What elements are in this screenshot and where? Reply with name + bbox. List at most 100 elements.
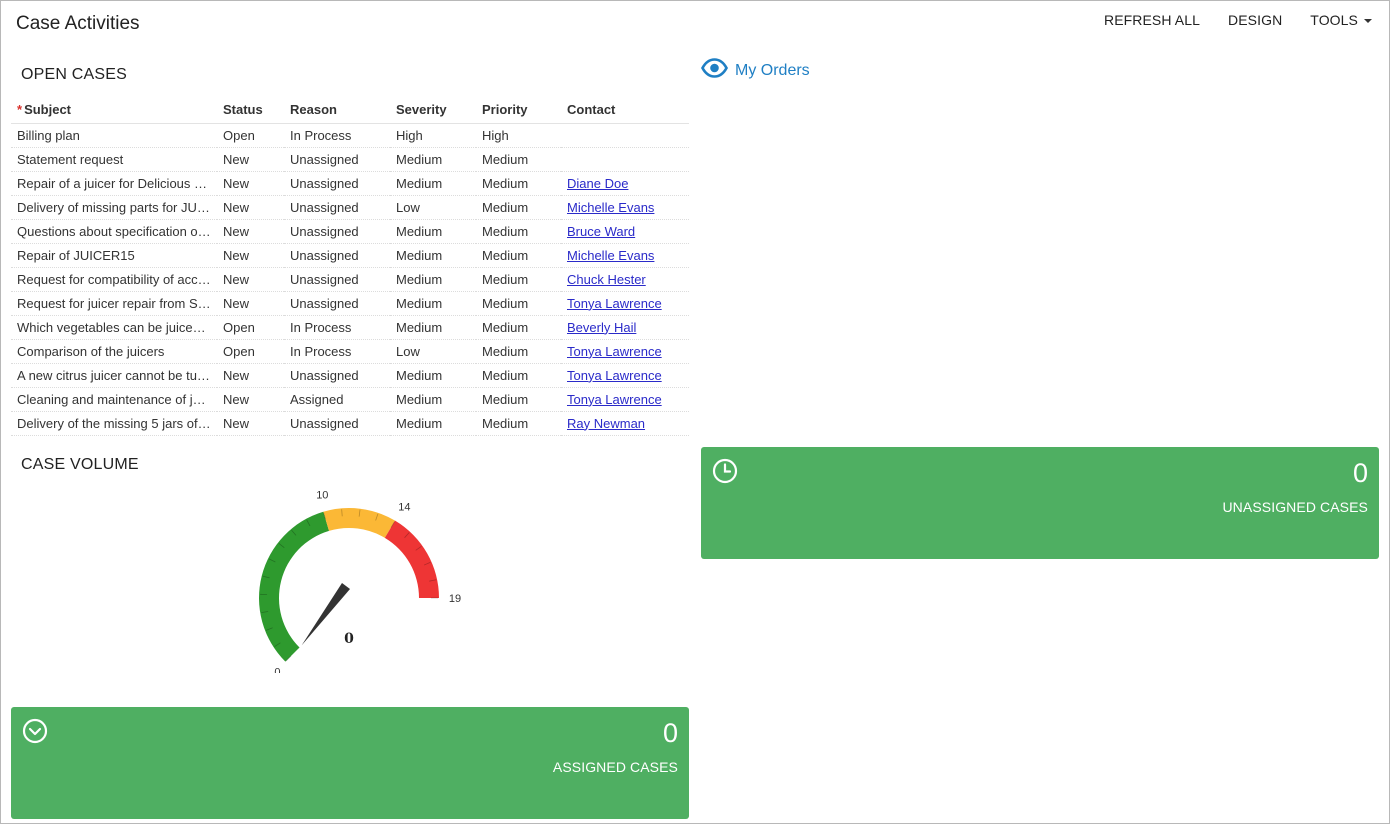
table-row[interactable]: Request for juicer repair from S… New Unas… — [11, 291, 689, 316]
cell-severity: Medium — [390, 411, 476, 436]
cell-priority: Medium — [476, 171, 561, 196]
cell-reason: Unassigned — [284, 195, 390, 220]
table-row[interactable]: Statement request New Unassigned Medium Medi… — [11, 147, 689, 172]
cell-contact: Tonya Lawrence — [561, 387, 689, 412]
page-title: Case Activities — [16, 13, 140, 34]
toolbar: REFRESH ALL DESIGN TOOLS — [1104, 12, 1372, 28]
cell-contact — [561, 147, 689, 172]
cell-severity: Medium — [390, 315, 476, 340]
cell-priority: Medium — [476, 315, 561, 340]
column-header-subject[interactable]: * Subject — [11, 96, 217, 124]
cell-priority: Medium — [476, 291, 561, 316]
cell-status: New — [217, 147, 284, 172]
cell-severity: Medium — [390, 267, 476, 292]
cell-subject: Repair of a juicer for Delicious … — [11, 171, 217, 196]
cell-priority: Medium — [476, 363, 561, 388]
cell-reason: Assigned — [284, 387, 390, 412]
column-header-priority[interactable]: Priority — [476, 96, 561, 124]
open-cases-table: * Subject Status Reason Severity Priority… — [11, 96, 689, 436]
cell-reason: In Process — [284, 315, 390, 340]
cell-status: New — [217, 411, 284, 436]
table-row[interactable]: Delivery of missing parts for JU… New Unas… — [11, 195, 689, 220]
cell-status: New — [217, 219, 284, 244]
contact-link[interactable]: Chuck Hester — [567, 272, 646, 287]
cell-reason: Unassigned — [284, 267, 390, 292]
column-header-severity[interactable]: Severity — [390, 96, 476, 124]
cell-reason: Unassigned — [284, 171, 390, 196]
contact-link[interactable]: Bruce Ward — [567, 224, 635, 239]
table-row[interactable]: Billing plan Open In Process High High — [11, 123, 689, 148]
cell-severity: Low — [390, 195, 476, 220]
cell-status: New — [217, 243, 284, 268]
unassigned-cases-tile[interactable]: 0 UNASSIGNED CASES — [701, 447, 1379, 559]
contact-link[interactable]: Tonya Lawrence — [567, 368, 662, 383]
cell-subject: Statement request — [11, 147, 217, 172]
cell-priority: Medium — [476, 195, 561, 220]
design-label: DESIGN — [1228, 12, 1283, 28]
column-header-reason[interactable]: Reason — [284, 96, 390, 124]
table-row[interactable]: Cleaning and maintenance of j… New Assigne… — [11, 387, 689, 412]
cell-status: Open — [217, 315, 284, 340]
cell-contact: Michelle Evans — [561, 243, 689, 268]
contact-link[interactable]: Diane Doe — [567, 176, 628, 191]
cell-severity: Medium — [390, 243, 476, 268]
cell-subject: Delivery of missing parts for JU… — [11, 195, 217, 220]
contact-link[interactable]: Tonya Lawrence — [567, 392, 662, 407]
cell-status: New — [217, 267, 284, 292]
gauge-needle — [301, 583, 351, 646]
chevron-down-circle-icon — [22, 718, 48, 749]
gauge-tick-label: 14 — [398, 502, 410, 514]
cell-subject: Cleaning and maintenance of j… — [11, 387, 217, 412]
cell-subject: Request for juicer repair from S… — [11, 291, 217, 316]
caret-down-icon — [1364, 18, 1372, 23]
refresh-all-button[interactable]: REFRESH ALL — [1104, 12, 1200, 28]
my-orders-link[interactable]: My Orders — [701, 58, 810, 83]
gauge-tick-label: 19 — [449, 593, 461, 605]
table-row[interactable]: A new citrus juicer cannot be tu… New Unas… — [11, 363, 689, 388]
contact-link[interactable]: Tonya Lawrence — [567, 296, 662, 311]
cell-status: Open — [217, 123, 284, 148]
contact-link[interactable]: Beverly Hail — [567, 320, 636, 335]
my-orders-label: My Orders — [735, 61, 810, 79]
cell-severity: Medium — [390, 219, 476, 244]
cell-contact: Chuck Hester — [561, 267, 689, 292]
table-row[interactable]: Request for compatibility of acc… New Unas… — [11, 267, 689, 292]
cell-reason: In Process — [284, 123, 390, 148]
cell-contact: Ray Newman — [561, 411, 689, 436]
cell-status: New — [217, 387, 284, 412]
cell-reason: Unassigned — [284, 219, 390, 244]
cell-reason: Unassigned — [284, 363, 390, 388]
cell-subject: Billing plan — [11, 123, 217, 148]
design-button[interactable]: DESIGN — [1228, 12, 1282, 28]
cell-severity: Medium — [390, 147, 476, 172]
cell-severity: Medium — [390, 363, 476, 388]
gauge-value-label: 0 — [344, 631, 354, 647]
cell-subject: Delivery of the missing 5 jars of… — [11, 411, 217, 436]
cell-priority: Medium — [476, 267, 561, 292]
gauge-band — [258, 511, 330, 662]
contact-link[interactable]: Ray Newman — [567, 416, 645, 431]
table-row[interactable]: Repair of a juicer for Delicious … New Una… — [11, 171, 689, 196]
cell-subject: Questions about specification o… — [11, 219, 217, 244]
table-row[interactable]: Repair of JUICER15 New Unassigned Medium Med… — [11, 243, 689, 268]
contact-link[interactable]: Michelle Evans — [567, 200, 654, 215]
cell-contact: Tonya Lawrence — [561, 339, 689, 364]
table-row[interactable]: Which vegetables can be juice… Open In Pro… — [11, 315, 689, 340]
required-mark: * — [17, 101, 23, 117]
table-row[interactable]: Delivery of the missing 5 jars of… New Una… — [11, 411, 689, 436]
cell-status: Open — [217, 339, 284, 364]
assigned-cases-tile[interactable]: 0 ASSIGNED CASES — [11, 707, 689, 819]
tools-menu-button[interactable]: TOOLS — [1310, 12, 1372, 28]
assigned-cases-value: 0 — [662, 718, 678, 748]
case-volume-title: CASE VOLUME — [21, 456, 139, 473]
table-row[interactable]: Questions about specification o… New Unass… — [11, 219, 689, 244]
cell-subject: Comparison of the juicers — [11, 339, 217, 364]
cell-status: New — [217, 171, 284, 196]
cell-reason: In Process — [284, 339, 390, 364]
cell-severity: Medium — [390, 171, 476, 196]
table-row[interactable]: Comparison of the juicers Open In Process L… — [11, 339, 689, 364]
contact-link[interactable]: Tonya Lawrence — [567, 344, 662, 359]
column-header-contact[interactable]: Contact — [561, 96, 689, 124]
contact-link[interactable]: Michelle Evans — [567, 248, 654, 263]
column-header-status[interactable]: Status — [217, 96, 284, 124]
